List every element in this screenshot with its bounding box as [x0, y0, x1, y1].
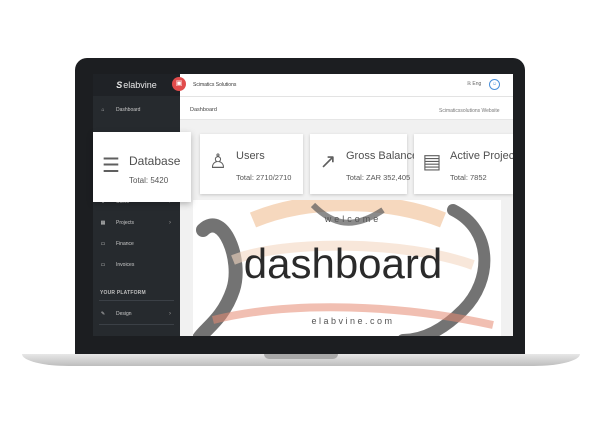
company-name: Scimatics Solutions [193, 82, 237, 88]
laptop-screen: Selabvine ⌂ Dashboard ● Users › ▦ Projec… [93, 74, 513, 336]
sidebar-item-label: Dashboard [116, 107, 141, 113]
stat-title: Active Projects [450, 150, 513, 162]
home-icon: ⌂ [101, 107, 105, 113]
welcome-text: welcome [324, 214, 382, 224]
briefcase-icon: ▤ [422, 151, 442, 173]
chevron-right-icon: › [169, 311, 171, 317]
domain-text: elabvine.com [311, 316, 394, 326]
language-icon: ℝ [467, 81, 471, 87]
stat-value: Total: 5420 [129, 176, 169, 185]
stat-title: Users [236, 150, 265, 162]
sidebar-item-finance[interactable]: ▭ Finance [93, 237, 180, 251]
dashboard-headline: dashboard [244, 240, 443, 287]
brand-logo[interactable]: Selabvine [93, 74, 180, 96]
sidebar-item-dashboard[interactable]: ⌂ Dashboard [93, 103, 180, 117]
sidebar-item-invoices[interactable]: ▭ Invoices [93, 258, 180, 272]
chevron-right-icon: › [169, 220, 171, 226]
brush-icon: ✎ [100, 311, 106, 317]
stat-value: Total: ZAR 352,405 [346, 173, 411, 182]
sidebar-item-projects[interactable]: ▦ Projects › [93, 216, 180, 230]
stat-card-active-projects[interactable]: ▤ Active Projects Total: 7852 [414, 134, 513, 194]
welcome-banner: welcome dashboard elabvine.com [193, 200, 501, 336]
menu-toggle-button[interactable]: ▣ [172, 77, 186, 91]
website-link[interactable]: Scimaticssolutions Website [439, 108, 500, 114]
stat-card-database[interactable]: ☰ Database Total: 5420 [93, 132, 191, 202]
stat-title: Database [129, 154, 181, 168]
sidebar-item-label: Invoices [116, 262, 135, 268]
sidebar-item-label: Finance [116, 241, 134, 247]
sidebar-divider [99, 324, 174, 325]
laptop-notch [264, 354, 338, 359]
database-icon: ☰ [102, 155, 120, 177]
sidebar-item-design[interactable]: ✎ Design › [93, 307, 180, 321]
stat-title: Gross Balance [346, 150, 419, 162]
grid-icon: ▦ [100, 220, 106, 226]
user-icon: ♙ [209, 151, 227, 173]
grid-icon: ▣ [175, 80, 183, 87]
stat-card-users[interactable]: ♙ Users Total: 2710/2710 [200, 134, 303, 194]
invoice-icon: ▭ [100, 262, 106, 268]
brand-name: elabvine [123, 80, 157, 90]
language-label: Eng [472, 81, 482, 87]
user-circle-icon[interactable]: ☺ [489, 79, 500, 90]
stat-card-gross-balance[interactable]: ↗ Gross Balance Total: ZAR 352,405 [310, 134, 418, 194]
money-icon: ▭ [100, 241, 106, 247]
stat-value: Total: 7852 [450, 173, 487, 182]
sidebar-item-label: Projects [116, 220, 135, 226]
sidebar: Selabvine ⌂ Dashboard ● Users › ▦ Projec… [93, 74, 180, 336]
logo-icon: S [116, 80, 123, 90]
stat-value: Total: 2710/2710 [236, 173, 292, 182]
brush-art: welcome dashboard elabvine.com [193, 200, 494, 336]
sidebar-divider [99, 300, 174, 301]
trend-up-icon: ↗ [319, 151, 337, 173]
sidebar-heading: YOUR PLATFORM [100, 290, 146, 296]
sidebar-item-label: Design [116, 311, 132, 317]
page-title: Dashboard [190, 107, 217, 113]
language-selector[interactable]: ℝ Eng [467, 81, 481, 87]
